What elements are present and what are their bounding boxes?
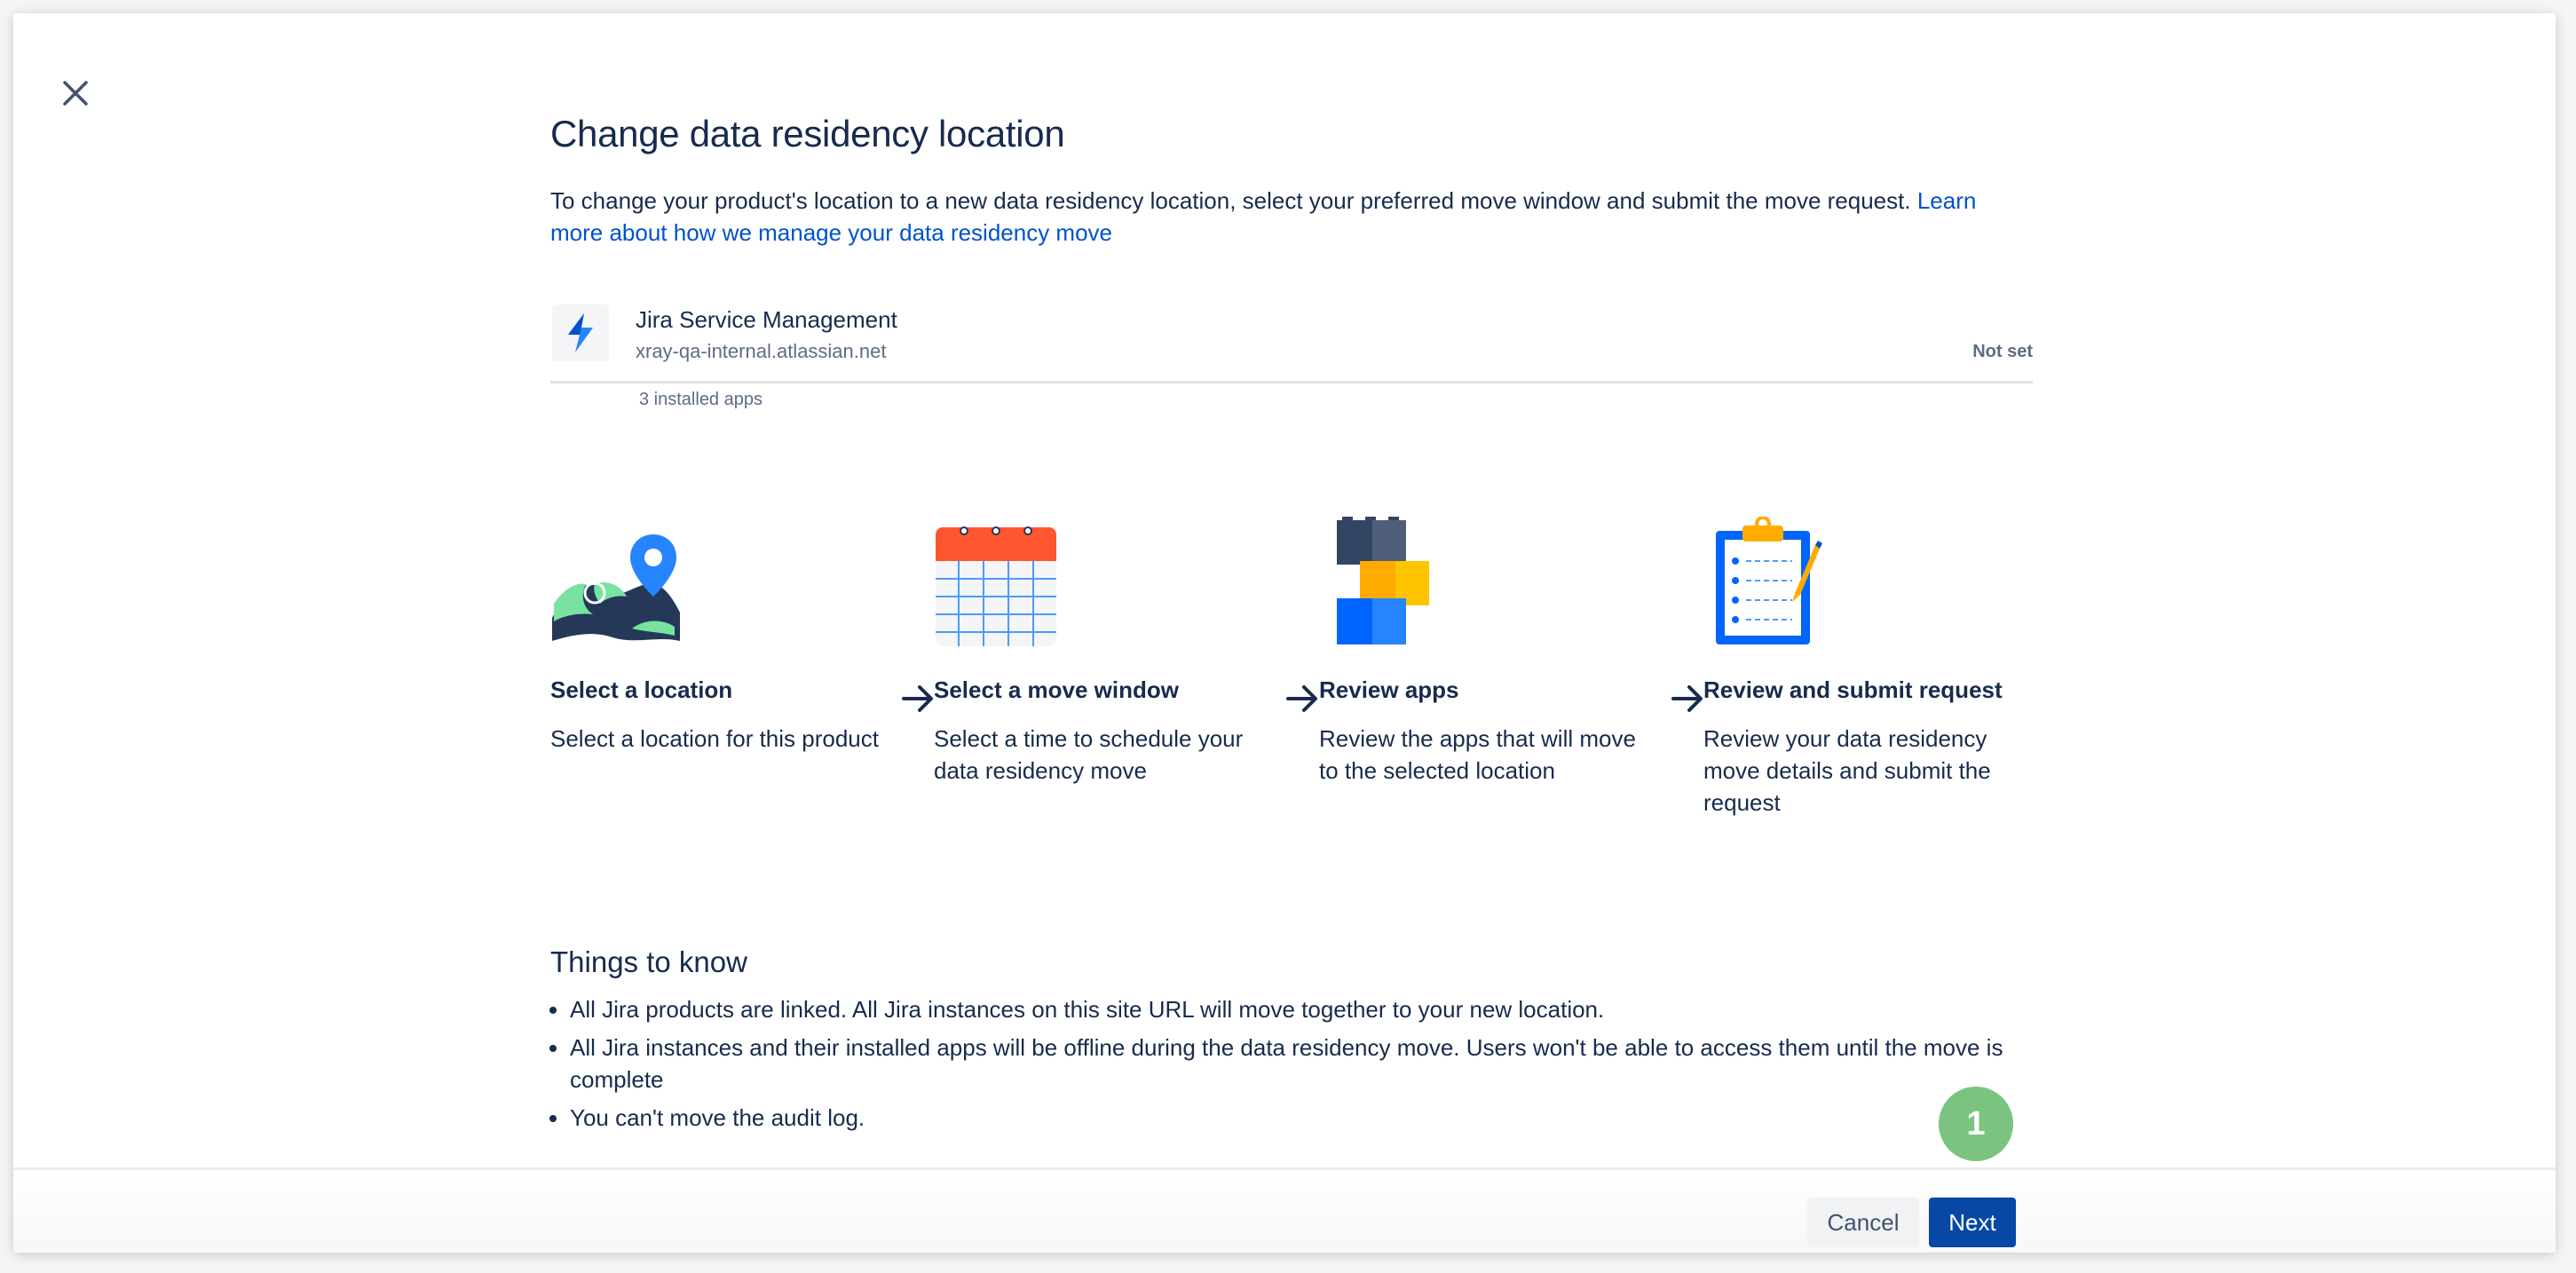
step-title: Select a location (550, 676, 733, 703)
step-title: Review and submit request (1703, 676, 2003, 703)
jira-service-management-icon (568, 313, 593, 352)
next-button[interactable]: Next (1929, 1198, 2016, 1247)
step-select-location: Select a location Select a location for … (550, 506, 888, 752)
step-illustration (934, 506, 1271, 648)
close-icon (63, 81, 88, 106)
step-title: Select a move window (934, 676, 1179, 703)
data-residency-dialog: Change data residency location To change… (13, 13, 2556, 1253)
dialog-footer: Cancel Next (13, 1167, 2556, 1253)
step-review-submit: Review and submit request Review your da… (1703, 506, 2041, 816)
product-url: xray-qa-internal.atlassian.net (636, 340, 887, 362)
clipboard-icon (1716, 517, 1822, 644)
arrow-right-icon (1286, 685, 1317, 712)
step-marker-badge: 1 (1939, 1087, 2013, 1161)
dialog-title: Change data residency location (550, 113, 1065, 154)
steps-row: Select a location Select a location for … (550, 506, 2033, 826)
step-review-apps: Review apps Review the apps that will mo… (1319, 506, 1656, 784)
arrow-right-icon (902, 685, 933, 712)
step-illustration (550, 506, 888, 648)
close-button[interactable] (47, 65, 104, 122)
product-name: Jira Service Management (636, 306, 897, 333)
product-location-status: Not set (1972, 342, 2033, 361)
arrow-right-icon (1671, 685, 1703, 712)
list-item: You can't move the audit log. (570, 1102, 2052, 1134)
map-pin-icon (552, 534, 680, 641)
calendar-icon (936, 526, 1056, 646)
step-illustration (1319, 506, 1656, 648)
cancel-button[interactable]: Cancel (1807, 1198, 1919, 1247)
step-description: Select a location for this product (550, 725, 879, 752)
blocks-icon (1337, 517, 1429, 644)
step-select-move-window: Select a move window Select a time to sc… (934, 506, 1271, 784)
things-to-know-title: Things to know (550, 945, 747, 978)
installed-apps-count: 3 installed apps (639, 390, 763, 409)
product-row: Jira Service Management xray-qa-internal… (550, 294, 2033, 383)
things-to-know-list: All Jira products are linked. All Jira i… (550, 993, 2052, 1140)
product-logo (552, 304, 609, 361)
step-description: Review the apps that will move to the se… (1319, 725, 1636, 784)
intro-paragraph: To change your product's location to a n… (550, 185, 2033, 249)
step-description: Select a time to schedule your data resi… (934, 725, 1244, 784)
list-item: All Jira products are linked. All Jira i… (570, 993, 2052, 1025)
step-title: Review apps (1319, 676, 1459, 703)
step-illustration (1703, 506, 2041, 648)
intro-text: To change your product's location to a n… (550, 187, 1917, 214)
step-description: Review your data residency move details … (1703, 725, 1991, 816)
list-item: All Jira instances and their installed a… (570, 1032, 2052, 1095)
